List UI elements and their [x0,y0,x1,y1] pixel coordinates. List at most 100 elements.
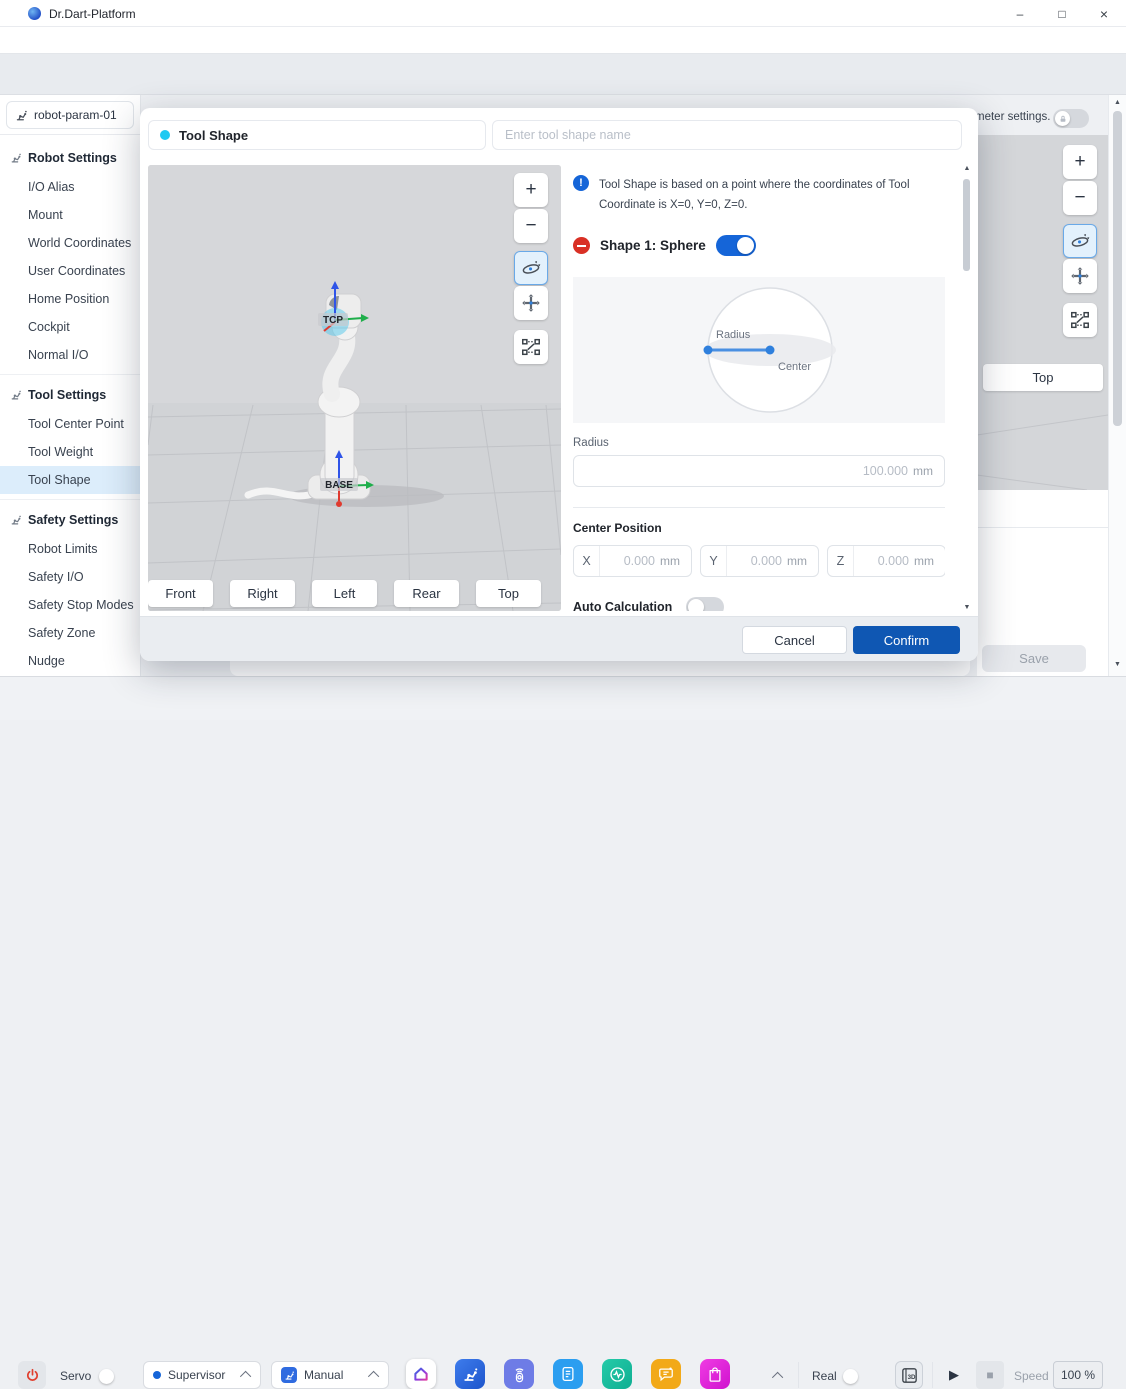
view-top-button[interactable]: Top [476,580,541,607]
app-robot-params-button[interactable] [455,1359,485,1389]
center-y-unit: mm [787,554,807,568]
center-z-value: 0.000 [854,554,909,568]
view-front-button[interactable]: Front [148,580,213,607]
center-y-value: 0.000 [727,554,782,568]
sidebar-item-nudge[interactable]: Nudge [0,647,140,675]
sidebar-param-chip[interactable]: robot-param-01 [6,101,134,129]
window-maximize-button[interactable]: □ [1046,0,1078,27]
lock-icon [1055,111,1070,126]
speed-value-box[interactable]: 100 % [1053,1361,1103,1389]
dialog-title-chip: Tool Shape [148,120,486,150]
page-scrollbar[interactable]: ▲ ▼ [1108,95,1126,676]
background-3d-viewport[interactable]: + − Top [977,135,1108,490]
sidebar-item-tool-weight[interactable]: Tool Weight [0,438,140,466]
dialog-scrollbar-thumb[interactable] [963,179,970,271]
robot-icon [10,389,22,401]
view-left-button[interactable]: Left [312,580,377,607]
play-button[interactable]: ▶ [940,1361,968,1389]
app-monitor-button[interactable] [602,1359,632,1389]
manual-mode-icon [281,1367,297,1383]
measure-button[interactable] [514,330,548,364]
app-home-button[interactable] [406,1359,436,1389]
app-jog-button[interactable] [504,1359,534,1389]
bg-pan-button[interactable] [1063,259,1097,293]
dialog-footer: Cancel Confirm [140,616,978,661]
power-button[interactable] [18,1361,46,1389]
shape-title: Shape 1: Sphere [600,238,706,253]
scroll-down-icon[interactable]: ▼ [1109,661,1126,668]
dialog-3d-viewport[interactable]: TCP BASE + − Front Right Left Rear To [148,165,561,611]
monitoring-icon [608,1365,627,1384]
sidebar-item-safety-io[interactable]: Safety I/O [0,563,140,591]
sidebar-item-io-alias[interactable]: I/O Alias [0,173,140,201]
page-scrollbar-thumb[interactable] [1113,111,1122,426]
pan-button[interactable] [514,286,548,320]
background-panel-divider [977,527,1108,528]
tool-shape-name-input[interactable] [492,120,962,150]
save-button[interactable]: Save [982,645,1086,672]
sidebar-item-user-coordinates[interactable]: User Coordinates [0,257,140,285]
app-task-button[interactable] [553,1359,583,1389]
center-x-axis-label: X [574,546,600,576]
taskbar-expand-icon[interactable] [772,1372,783,1383]
app-message-button[interactable] [651,1359,681,1389]
dialog-scrollbar[interactable]: ▲ ▼ [961,165,973,611]
taskbar-divider [932,1362,933,1388]
bg-orbit-button[interactable] [1063,224,1097,258]
shape-enable-toggle[interactable] [716,235,756,256]
confirm-button[interactable]: Confirm [853,626,960,654]
bg-zoom-in-button[interactable]: + [1063,145,1097,179]
zoom-in-button[interactable]: + [514,173,548,207]
center-z-axis-label: Z [828,546,854,576]
measure-icon [1069,309,1091,331]
sidebar-item-safety-zone[interactable]: Safety Zone [0,619,140,647]
auto-calculation-toggle[interactable] [686,597,724,611]
app-logo-icon [28,7,41,20]
main-toolbar: Manual Servo Off robot-param-01 C9E8B79D… [0,27,1126,54]
view-rear-button[interactable]: Rear [394,580,459,607]
remove-shape-icon[interactable] [573,237,590,254]
window-close-button[interactable]: × [1088,0,1120,27]
mode-select[interactable]: Manual [271,1361,389,1389]
app-store-button[interactable] [700,1359,730,1389]
scroll-up-icon[interactable]: ▲ [1109,99,1126,106]
sidebar-item-home-position[interactable]: Home Position [0,285,140,313]
center-z-input[interactable]: Z 0.000 mm [827,545,945,577]
view-right-button[interactable]: Right [230,580,295,607]
radius-input[interactable]: 100.000 mm [573,455,945,487]
scroll-up-icon[interactable]: ▲ [961,165,973,172]
sidebar-item-safety-stop-modes[interactable]: Safety Stop Modes [0,591,140,619]
center-y-input[interactable]: Y 0.000 mm [700,545,819,577]
center-x-unit: mm [660,554,680,568]
sidebar-item-tool-shape[interactable]: Tool Shape [0,466,140,494]
sidebar-group-safety-settings: Safety Settings [0,505,140,535]
bg-zoom-out-button[interactable]: − [1063,181,1097,215]
sidebar-item-robot-limits[interactable]: Robot Limits [0,535,140,563]
role-select[interactable]: Supervisor [143,1361,261,1389]
center-x-value: 0.000 [600,554,655,568]
info-icon: ! [573,175,589,191]
sidebar: robot-param-01 Robot Settings I/O Alias … [0,95,141,676]
sidebar-item-mount[interactable]: Mount [0,201,140,229]
center-position-row: X 0.000 mm Y 0.000 mm Z 0.000 mm [573,545,945,577]
sidebar-item-world-coordinates[interactable]: World Coordinates [0,229,140,257]
simulation-3d-button[interactable]: 3D [895,1361,923,1389]
base-label: BASE [325,480,353,491]
sidebar-item-tool-center-point[interactable]: Tool Center Point [0,410,140,438]
bg-measure-button[interactable] [1063,303,1097,337]
orbit-button[interactable] [514,251,548,285]
role-status-dot [153,1371,161,1379]
cancel-button[interactable]: Cancel [742,626,847,654]
robot-icon [10,514,22,526]
scroll-down-icon[interactable]: ▼ [961,604,973,611]
window-minimize-button[interactable]: – [1004,0,1036,27]
sidebar-item-cockpit[interactable]: Cockpit [0,313,140,341]
bg-view-top-button[interactable]: Top [983,364,1103,391]
zoom-out-button[interactable]: − [514,209,548,243]
settings-lock-toggle[interactable] [1053,109,1089,128]
stop-button[interactable]: ■ [976,1361,1004,1389]
svg-text:3D: 3D [907,1373,915,1380]
sidebar-item-normal-io[interactable]: Normal I/O [0,341,140,369]
orbit-icon [1069,230,1091,252]
center-x-input[interactable]: X 0.000 mm [573,545,692,577]
